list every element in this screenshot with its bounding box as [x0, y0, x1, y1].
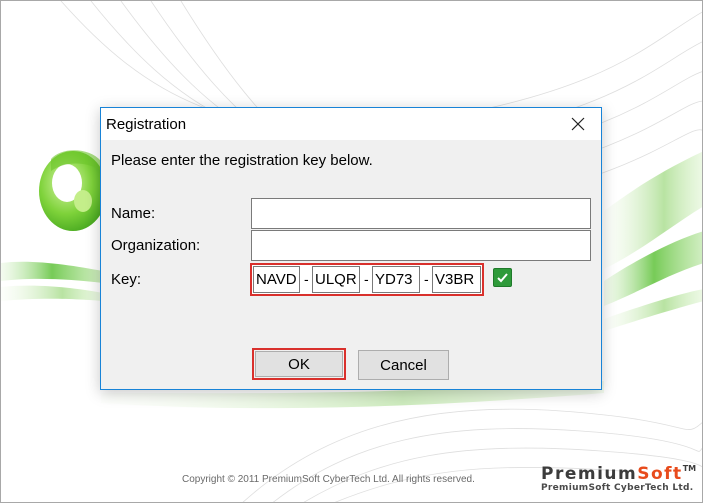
copyright-text: Copyright © 2011 PremiumSoft CyberTech L…	[182, 474, 475, 485]
key-segment-4[interactable]	[432, 266, 481, 293]
organization-label: Organization:	[111, 237, 201, 254]
organization-field[interactable]	[251, 230, 591, 261]
brand-prefix: Premium	[541, 464, 638, 484]
dialog-title: Registration	[106, 116, 187, 133]
brand-accent: Soft	[637, 464, 683, 484]
key-valid-indicator	[493, 268, 512, 287]
cancel-button[interactable]: Cancel	[358, 350, 449, 380]
key-segment-3[interactable]	[372, 266, 420, 293]
close-icon	[571, 117, 585, 131]
name-label: Name:	[111, 205, 156, 222]
key-input-group: - - -	[250, 263, 484, 296]
key-separator: -	[424, 271, 429, 287]
navicat-logo-icon	[39, 150, 107, 231]
brand-tm: TM	[682, 464, 697, 473]
ok-button[interactable]: OK	[255, 351, 343, 377]
brand-logo: PremiumSoftTM PremiumSoft CyberTech Ltd.	[541, 460, 696, 493]
checkmark-icon	[497, 273, 508, 283]
brand-name: PremiumSoftTM	[541, 460, 696, 484]
registration-dialog: Registration Please enter the registrati…	[100, 107, 602, 390]
key-separator: -	[364, 271, 369, 287]
brand-subtitle: PremiumSoft CyberTech Ltd.	[541, 483, 694, 493]
instruction-text: Please enter the registration key below.	[111, 152, 373, 169]
title-bar: Registration	[101, 108, 601, 140]
key-separator: -	[304, 271, 309, 287]
close-button[interactable]	[555, 108, 601, 140]
key-segment-1[interactable]	[253, 266, 300, 293]
name-field[interactable]	[251, 198, 591, 229]
key-label: Key:	[111, 271, 142, 288]
key-segment-2[interactable]	[312, 266, 360, 293]
